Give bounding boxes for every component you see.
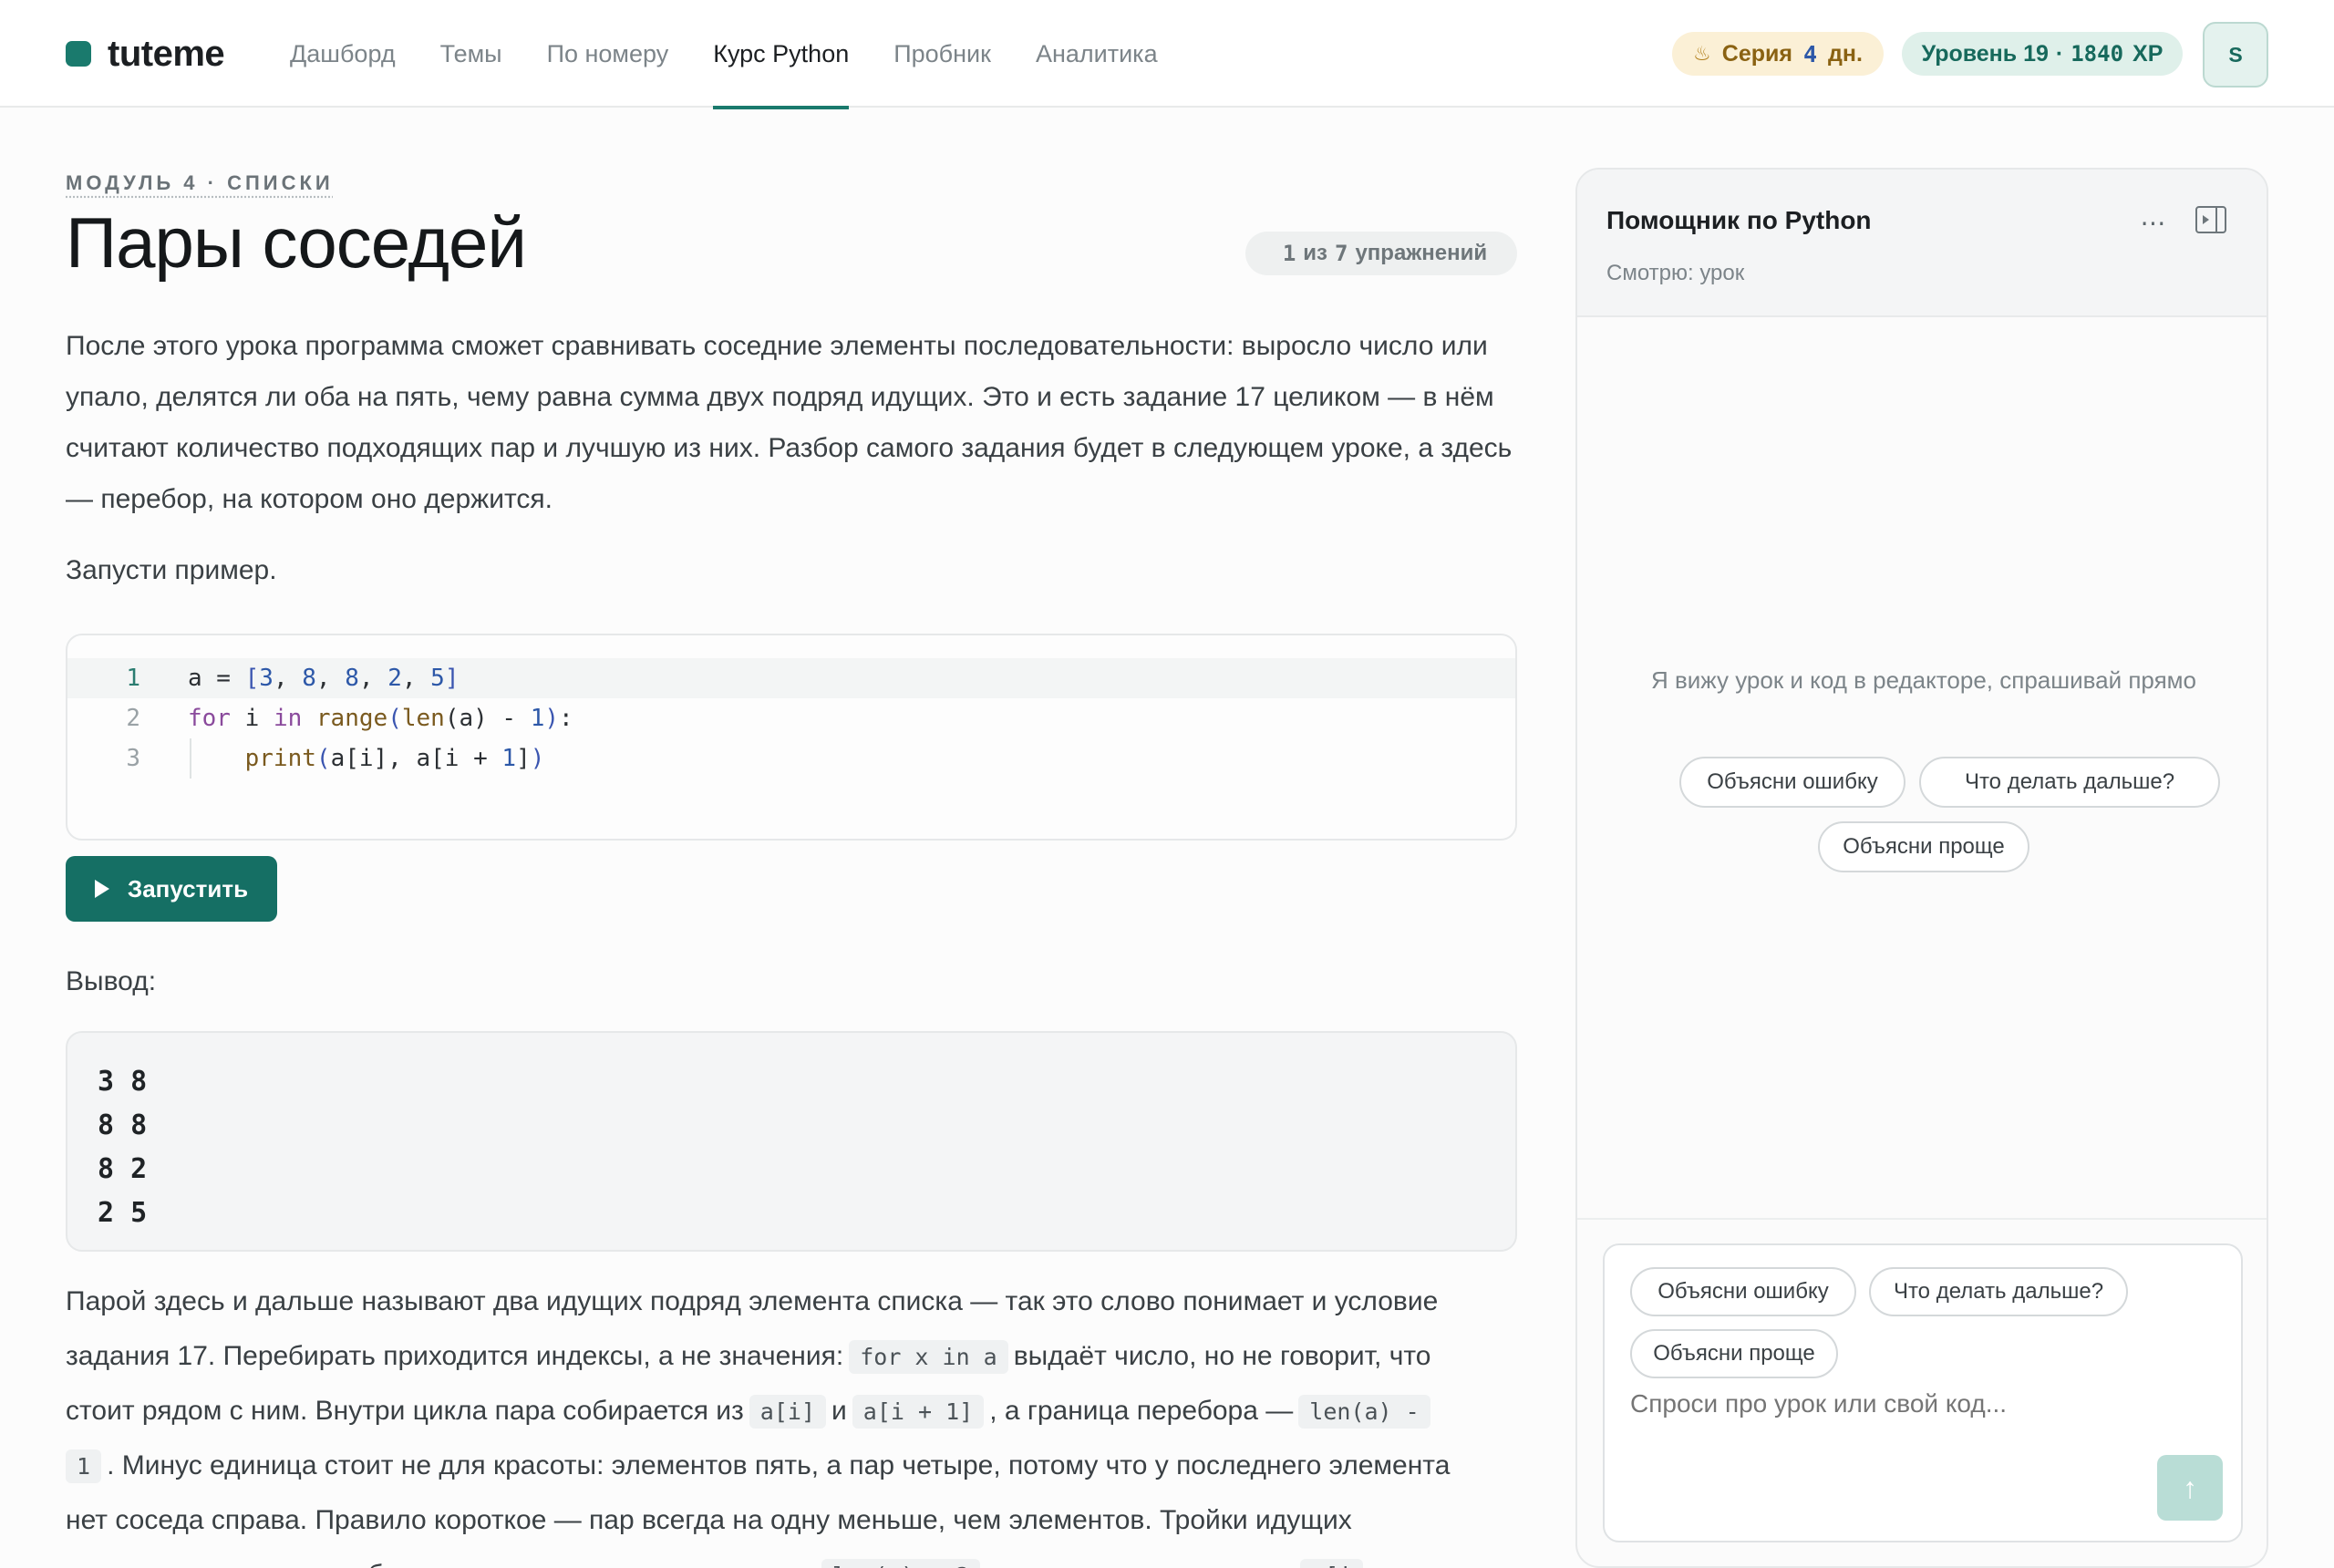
- progress-current: 1: [1282, 241, 1296, 266]
- suggestion-chip[interactable]: Объясни проще: [1630, 1329, 1838, 1378]
- nav-by-number[interactable]: По номеру: [547, 0, 669, 108]
- code-line[interactable]: 1 a = [3, 8, 8, 2, 5]: [67, 658, 1515, 698]
- streak-prefix: Серия: [1721, 40, 1792, 67]
- assistant-context: Смотрю: урок: [1606, 261, 1745, 285]
- suggestion-chip[interactable]: Объясни ошибку: [1630, 1267, 1856, 1316]
- chat-input[interactable]: [1630, 1389, 2141, 1418]
- explanation-line: 1. Минус единица стоит не для красоты: э…: [66, 1439, 1524, 1493]
- logo[interactable]: tuteme: [66, 33, 225, 75]
- code-line[interactable]: 2 for i in range(len(a) - 1):: [67, 698, 1515, 738]
- text: , а граница перебора —: [989, 1396, 1294, 1426]
- explanation-line: задания 17. Перебирать приходится индекс…: [66, 1329, 1524, 1384]
- inline-code: a[i + 1]: [852, 1395, 985, 1429]
- assistant-header: Помощник по Python Смотрю: урок ⋯: [1577, 170, 2267, 317]
- inline-code: len(a) - 2: [821, 1559, 981, 1568]
- level-separator: ·: [2055, 40, 2064, 67]
- explanation-line: подряд элементов перебирают так же: гран…: [66, 1548, 1524, 1568]
- explanation-line: нет соседа справа. Правило короткое — па…: [66, 1493, 1524, 1548]
- lesson-prompt: Запусти пример.: [66, 555, 277, 585]
- explanation-line: Парой здесь и дальше называют два идущих…: [66, 1274, 1524, 1329]
- text: подряд элементов перебирают так же: гран…: [66, 1560, 816, 1568]
- assistant-empty-state: Я вижу урок и код в редакторе, спрашивай…: [1650, 666, 2197, 694]
- inline-code: a[i]: [749, 1395, 827, 1429]
- main-nav: Дашборд Темы По номеру Курс Python Пробн…: [290, 0, 1203, 109]
- inline-code: 1: [66, 1449, 102, 1483]
- text: Парой здесь и дальше называют два идущих…: [66, 1286, 1439, 1316]
- more-options-icon[interactable]: ⋯: [2133, 202, 2174, 242]
- assistant-panel: Помощник по Python Смотрю: урок ⋯ Я вижу…: [1575, 168, 2268, 1568]
- line-number: 3: [126, 745, 140, 772]
- progress-of: из: [1303, 241, 1327, 265]
- code-editor[interactable]: 1 a = [3, 8, 8, 2, 5] 2 for i in range(l…: [66, 634, 1517, 841]
- top-header: tuteme Дашборд Темы По номеру Курс Pytho…: [0, 0, 2334, 109]
- collapse-panel-icon[interactable]: [2195, 206, 2226, 233]
- text: задания 17. Перебирать приходится индекс…: [66, 1341, 844, 1371]
- xp-unit: XP: [2133, 40, 2164, 67]
- avatar[interactable]: S: [2203, 22, 2268, 88]
- level-badge: Уровень 19 · 1840 XP: [1902, 32, 2183, 76]
- output-line: 8 2: [98, 1153, 148, 1185]
- lesson-explanation: Парой здесь и дальше называют два идущих…: [66, 1274, 1524, 1568]
- nav-topics[interactable]: Темы: [440, 0, 502, 108]
- nav-analytics[interactable]: Аналитика: [1036, 0, 1158, 108]
- level-label: Уровень 19: [1921, 40, 2049, 67]
- nav-python-course[interactable]: Курс Python: [713, 0, 850, 109]
- text: нет соседа справа. Правило короткое — па…: [66, 1505, 1352, 1535]
- logo-mark-icon: [66, 41, 91, 67]
- progress-unit: упражнений: [1355, 241, 1488, 265]
- explanation-line: стоит рядом с ним. Внутри цикла пара соб…: [66, 1384, 1524, 1439]
- line-number: 2: [126, 705, 140, 732]
- output-line: 8 8: [98, 1109, 148, 1141]
- indent-guide: [190, 738, 191, 779]
- code-text: print(a[i], a[i + 1]): [244, 745, 545, 772]
- lesson-intro: После этого урока программа сможет сравн…: [66, 331, 1513, 514]
- run-label: Запустить: [127, 874, 249, 903]
- inline-code: len(a) -: [1298, 1395, 1430, 1429]
- output-panel: 3 8 8 8 8 2 2 5: [66, 1031, 1517, 1252]
- chat-composer: Объясни ошибку Что делать дальше? Объясн…: [1603, 1243, 2243, 1542]
- suggestion-chip[interactable]: Объясни проще: [1818, 821, 2029, 872]
- logo-text: tuteme: [108, 33, 225, 74]
- text: . Минус единица стоит не для красоты: эл…: [107, 1450, 1451, 1480]
- nav-dashboard[interactable]: Дашборд: [290, 0, 396, 108]
- suggestion-chip[interactable]: Что делать дальше?: [1869, 1267, 2128, 1316]
- exercise-progress-badge: 1 из 7 упражнений: [1245, 232, 1517, 275]
- line-number: 1: [126, 665, 140, 692]
- code-text: for i in range(len(a) - 1):: [188, 705, 573, 732]
- text: и: [831, 1396, 847, 1426]
- suggestion-chip[interactable]: Что делать дальше?: [1919, 757, 2220, 808]
- run-button[interactable]: Запустить: [66, 856, 277, 922]
- text: стоит рядом с ним. Внутри цикла пара соб…: [66, 1396, 744, 1426]
- arrow-up-icon: ↑: [2183, 1470, 2197, 1504]
- xp-value: 1840: [2071, 41, 2124, 67]
- inline-code: a[i: [1299, 1559, 1364, 1568]
- streak-suffix: дн.: [1828, 40, 1863, 67]
- flame-icon: ♨: [1693, 42, 1711, 65]
- nav-mock-exam[interactable]: Пробник: [893, 0, 991, 108]
- code-text: a = [3, 8, 8, 2, 5]: [188, 665, 460, 692]
- play-icon: [94, 880, 109, 898]
- suggestion-chip[interactable]: Объясни ошибку: [1679, 757, 1905, 808]
- text: , а в проверке участвует: [986, 1560, 1294, 1568]
- text: выдаёт число, но не говорит, что: [1013, 1341, 1431, 1371]
- output-line: 2 5: [98, 1197, 148, 1229]
- assistant-title: Помощник по Python: [1606, 206, 1872, 234]
- inline-code: for x in a: [849, 1340, 1008, 1374]
- streak-value: 4: [1802, 40, 1818, 67]
- divider: [1577, 1218, 2267, 1220]
- breadcrumb[interactable]: МОДУЛЬ 4 · СПИСКИ: [66, 171, 334, 195]
- page-title: Пары соседей: [66, 202, 527, 283]
- send-button[interactable]: ↑: [2157, 1455, 2223, 1521]
- progress-total: 7: [1334, 241, 1348, 266]
- streak-badge: ♨ Серия 4 дн.: [1672, 32, 1884, 76]
- output-line: 3 8: [98, 1066, 148, 1098]
- code-line[interactable]: 3 print(a[i], a[i + 1]): [67, 738, 1515, 779]
- output-label: Вывод:: [66, 966, 157, 996]
